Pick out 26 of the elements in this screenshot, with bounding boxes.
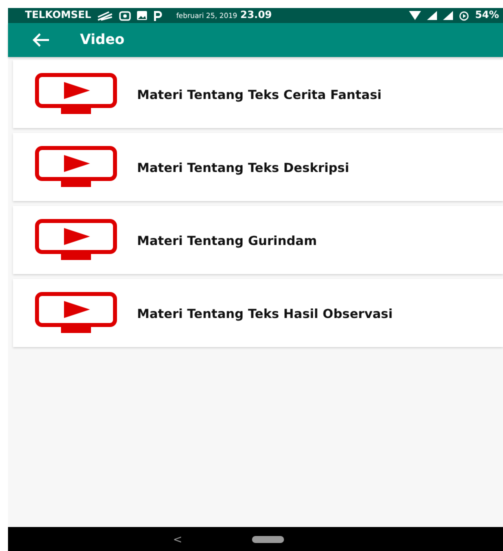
image-icon bbox=[137, 11, 148, 20]
video-title: Materi Tentang Teks Hasil Observasi bbox=[137, 306, 393, 320]
parking-icon bbox=[153, 10, 162, 20]
battery-percent: 54% bbox=[475, 10, 499, 21]
video-title: Materi Tentang Teks Deskripsi bbox=[137, 160, 350, 174]
status-time: 23.09 bbox=[240, 10, 272, 21]
video-list-item[interactable]: Materi Tentang Gurindam bbox=[13, 206, 503, 274]
video-list-item[interactable]: Materi Tentang Teks Deskripsi bbox=[13, 133, 503, 201]
back-button[interactable]: < bbox=[173, 532, 182, 546]
video-monitor-icon bbox=[35, 146, 117, 188]
wifi-icon bbox=[409, 11, 422, 20]
cell-signal-icon bbox=[443, 11, 454, 20]
video-monitor-icon bbox=[35, 292, 117, 334]
signal-waves-icon bbox=[97, 10, 114, 20]
video-monitor-icon bbox=[35, 219, 117, 261]
video-list-item[interactable]: Materi Tentang Teks Hasil Observasi bbox=[13, 279, 503, 347]
camera-icon bbox=[119, 10, 132, 20]
video-monitor-icon bbox=[35, 73, 117, 115]
video-list-item[interactable]: Materi Tentang Teks Cerita Fantasi bbox=[13, 60, 503, 128]
video-title: Materi Tentang Teks Cerita Fantasi bbox=[137, 86, 382, 102]
home-pill-button[interactable] bbox=[252, 536, 284, 542]
carrier-name: TELKOMSEL bbox=[25, 10, 92, 21]
screen-title: Video bbox=[80, 32, 125, 48]
video-title: Materi Tentang Gurindam bbox=[137, 232, 317, 248]
cell-signal-icon bbox=[427, 11, 438, 20]
back-arrow-icon[interactable] bbox=[32, 33, 50, 47]
